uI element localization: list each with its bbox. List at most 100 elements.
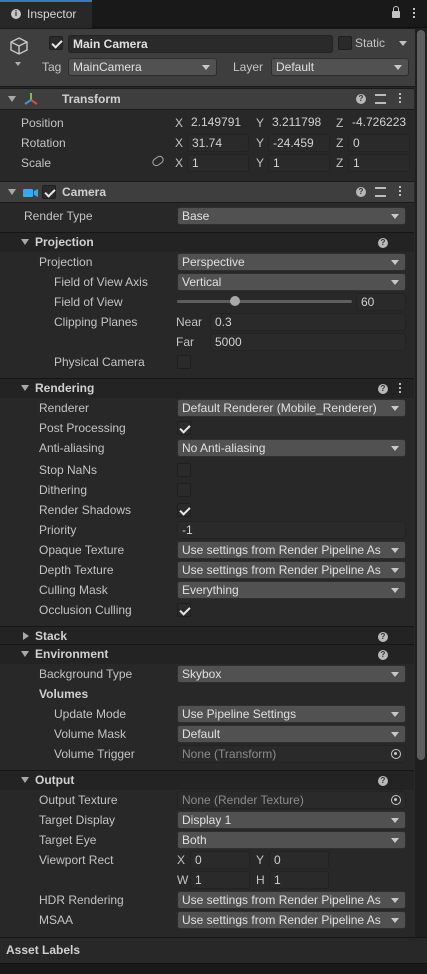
clipping-planes-label: Clipping Planes [54,315,138,329]
viewport-rect-label: Viewport Rect [39,853,114,867]
viewport-w-label: W [177,873,189,887]
depth-texture-dropdown[interactable]: Use settings from Render Pipeline As [177,561,406,579]
post-processing-checkbox[interactable] [177,421,191,435]
position-z-field[interactable]: -4.726223 [348,114,410,132]
renderer-dropdown[interactable]: Default Renderer (Mobile_Renderer) [177,399,406,417]
volume-mask-dropdown[interactable]: Default [177,725,406,743]
projection-help-icon[interactable]: ? [378,238,388,248]
priority-label: Priority [39,523,77,537]
far-field[interactable]: 5000 [210,333,406,351]
active-checkbox[interactable] [49,36,63,50]
fov-slider-track[interactable] [177,300,352,303]
hdr-rendering-dropdown[interactable]: Use settings from Render Pipeline As [177,891,406,909]
culling-mask-dropdown[interactable]: Everything [177,581,406,599]
update-mode-label: Update Mode [54,707,127,721]
tag-dropdown[interactable]: MainCamera [68,58,217,76]
depth-texture-label: Depth Texture [39,563,114,577]
priority-field[interactable]: -1 [177,521,406,539]
camera-foldout-icon[interactable] [8,189,16,195]
post-processing-label: Post Processing [39,421,126,435]
rotation-x-label: X [175,136,184,150]
camera-enabled-checkbox[interactable] [42,185,56,199]
render-type-dropdown[interactable]: Base [177,207,406,225]
environment-help-icon[interactable]: ? [378,650,388,660]
viewport-h-label: H [256,873,265,887]
object-name-field[interactable]: Main Camera [68,35,333,53]
camera-presets-icon[interactable] [375,187,386,197]
position-y-field[interactable]: 3.211798 [268,114,330,132]
render-shadows-checkbox[interactable] [177,503,191,517]
viewport-y-label: Y [256,853,265,867]
fov-slider-thumb[interactable] [229,296,240,306]
viewport-w-field[interactable]: 1 [190,871,250,889]
camera-menu-icon[interactable] [399,186,402,197]
renderer-label: Renderer [39,401,90,415]
stop-nans-label: Stop NaNs [39,463,98,477]
near-field[interactable]: 0.3 [210,313,406,331]
volume-trigger-field[interactable]: None (Transform) [177,745,406,763]
fov-axis-label: Field of View Axis [54,275,148,289]
tab-menu-icon[interactable] [413,8,416,19]
update-mode-dropdown[interactable]: Use Pipeline Settings [177,705,406,723]
physical-camera-checkbox[interactable] [177,355,191,369]
transform-presets-icon[interactable] [375,94,386,104]
output-help-icon[interactable]: ? [378,776,388,786]
near-label: Near [176,315,203,329]
occlusion-culling-checkbox[interactable] [177,603,191,617]
transform-menu-icon[interactable] [399,93,402,104]
background-type-dropdown[interactable]: Skybox [177,665,406,683]
projection-title: Projection [35,235,94,249]
scale-x-field[interactable]: 1 [187,154,249,172]
stack-title: Stack [35,629,68,643]
viewport-y-field[interactable]: 0 [269,851,329,869]
dithering-checkbox[interactable] [177,483,191,497]
position-x-label: X [175,116,184,130]
volume-trigger-value: None (Transform) [182,747,277,761]
object-picker-icon[interactable] [391,749,401,759]
scale-y-field[interactable]: 1 [268,154,330,172]
viewport-h-field[interactable]: 1 [269,871,329,889]
static-dropdown-arrow[interactable] [399,41,407,46]
viewport-x-field[interactable]: 0 [190,851,250,869]
projection-foldout-icon[interactable] [21,239,29,245]
object-picker-icon[interactable] [391,795,401,805]
fov-axis-dropdown[interactable]: Vertical [177,273,406,291]
transform-help-icon[interactable]: ? [356,94,366,104]
rotation-x-field[interactable]: 31.74 [187,134,249,152]
scale-z-field[interactable]: 1 [348,154,410,172]
rendering-menu-icon[interactable] [399,383,402,394]
gameobject-dropdown-arrow[interactable] [15,62,21,66]
hdr-rendering-label: HDR Rendering [39,893,124,907]
scrollbar-thumb[interactable] [417,30,425,760]
rotation-label: Rotation [21,136,66,150]
environment-foldout-icon[interactable] [21,651,29,657]
stack-foldout-icon[interactable] [23,632,29,640]
transform-axis-icon [24,92,38,106]
layer-dropdown[interactable]: Default [271,58,409,76]
rendering-foldout-icon[interactable] [21,385,29,391]
msaa-label: MSAA [39,913,74,927]
stop-nans-checkbox[interactable] [177,463,191,477]
static-checkbox[interactable] [338,36,352,50]
msaa-dropdown[interactable]: Use settings from Render Pipeline As [177,911,406,929]
lock-icon[interactable] [392,11,400,18]
output-foldout-icon[interactable] [21,777,29,783]
rendering-help-icon[interactable]: ? [378,384,388,394]
target-eye-dropdown[interactable]: Both [177,831,406,849]
target-display-dropdown[interactable]: Display 1 [177,811,406,829]
target-display-label: Target Display [39,813,116,827]
environment-title: Environment [35,647,109,661]
rotation-y-field[interactable]: -24.459 [268,134,330,152]
position-z-label: Z [336,116,344,130]
camera-help-icon[interactable]: ? [356,187,366,197]
opaque-texture-dropdown[interactable]: Use settings from Render Pipeline As [177,541,406,559]
output-texture-field[interactable]: None (Render Texture) [177,791,406,809]
anti-aliasing-dropdown[interactable]: No Anti-aliasing [177,439,406,457]
gameobject-cube-icon [9,36,29,56]
rotation-z-field[interactable]: 0 [348,134,410,152]
fov-field[interactable]: 60 [356,293,406,311]
transform-foldout-icon[interactable] [8,96,16,102]
position-x-field[interactable]: 2.149791 [187,114,249,132]
stack-help-icon[interactable]: ? [378,632,388,642]
projection-dropdown[interactable]: Perspective [177,253,406,271]
